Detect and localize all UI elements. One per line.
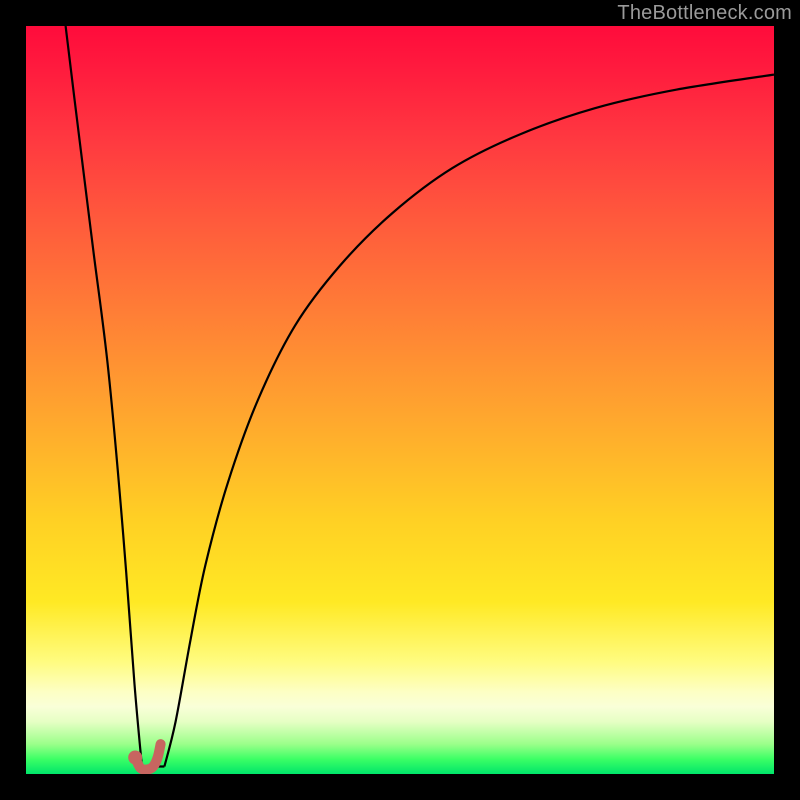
chart-frame: TheBottleneck.com [0,0,800,800]
curve-left-branch [66,26,142,767]
bottleneck-curve [26,26,774,774]
marker-dot [128,751,142,765]
watermark-text: TheBottleneck.com [617,2,792,25]
plot-area [26,26,774,774]
curve-right-branch [164,75,774,767]
